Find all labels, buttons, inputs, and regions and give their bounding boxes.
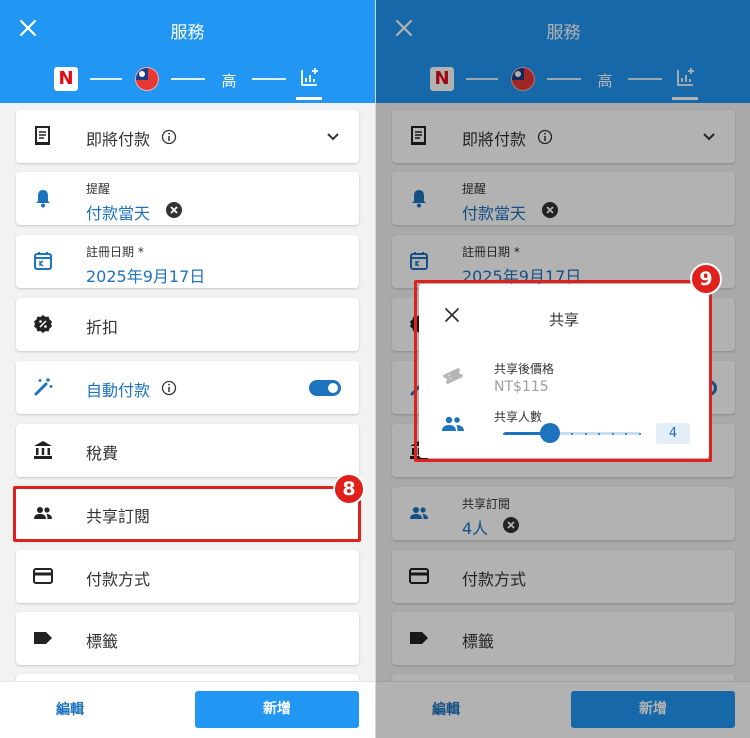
discount-icon [34,315,52,333]
payment-method-label: 付款方式 [86,570,151,589]
step-connector [90,78,122,80]
tag-icon [34,632,52,644]
calendar-icon [34,252,52,270]
credit-card-icon [33,568,53,584]
auto-payment-card[interactable]: 自動付款 [16,361,359,414]
chevron-down-icon[interactable] [325,128,341,144]
auto-payment-label: 自動付款 [86,381,151,400]
upcoming-payment-card[interactable]: 即將付款 [16,110,359,163]
highlight-share-dialog [414,280,712,462]
page-title: 服務 [170,23,205,43]
reminder-value: 付款當天 [86,204,151,223]
step-badge: 8 [333,473,365,505]
bottom-bar: 編輯 新增 [0,681,375,738]
info-icon[interactable] [161,380,177,396]
edit-button[interactable]: 編輯 [30,698,110,722]
chart-add-icon[interactable] [300,67,320,87]
reminder-card[interactable]: 提醒 付款當天 [16,172,359,225]
toggle-knob [328,383,338,393]
step-connector [171,78,205,80]
taiwan-flag-icon[interactable] [135,67,159,91]
active-step-indicator [296,97,322,100]
auto-payment-toggle[interactable] [309,380,341,396]
signup-date-label: 註冊日期 * [86,245,144,259]
info-icon[interactable] [161,129,177,145]
highlight-shared-subscription [13,486,361,542]
payment-method-card[interactable]: 付款方式 [16,550,359,603]
add-button[interactable]: 新增 [195,691,359,728]
bank-icon [34,441,52,459]
magic-wand-icon [34,378,53,396]
receipt-icon [35,126,50,145]
reminder-label: 提醒 [86,182,111,196]
tags-card[interactable]: 標籤 [16,612,359,665]
bell-icon [36,190,50,208]
step-level[interactable]: 高 [214,70,244,91]
tax-card[interactable]: 稅費 [16,424,359,477]
tags-label: 標籤 [86,632,119,651]
clear-icon[interactable] [165,201,183,219]
tax-label: 稅費 [86,444,119,463]
netflix-logo-letter: N [58,68,74,89]
discount-label: 折扣 [86,318,119,337]
right-screen: 服務 N 高 即將付款 提醒 付款當天 註冊日期 * 2025年9月17日 共享… [375,0,750,738]
step-brand-logo[interactable]: N [54,67,78,91]
step-badge: 9 [690,263,722,295]
upcoming-payment-label: 即將付款 [86,130,151,149]
signup-date-card[interactable]: 註冊日期 * 2025年9月17日 [16,235,359,288]
discount-card[interactable]: 折扣 [16,298,359,351]
signup-date-value: 2025年9月17日 [86,267,206,286]
app-header: 服務 N 高 [0,0,375,103]
left-screen: 服務 N 高 即將付款 提醒 付款當天 註冊日期 * 2025年9月17日 折扣… [0,0,375,738]
step-connector [252,78,286,80]
